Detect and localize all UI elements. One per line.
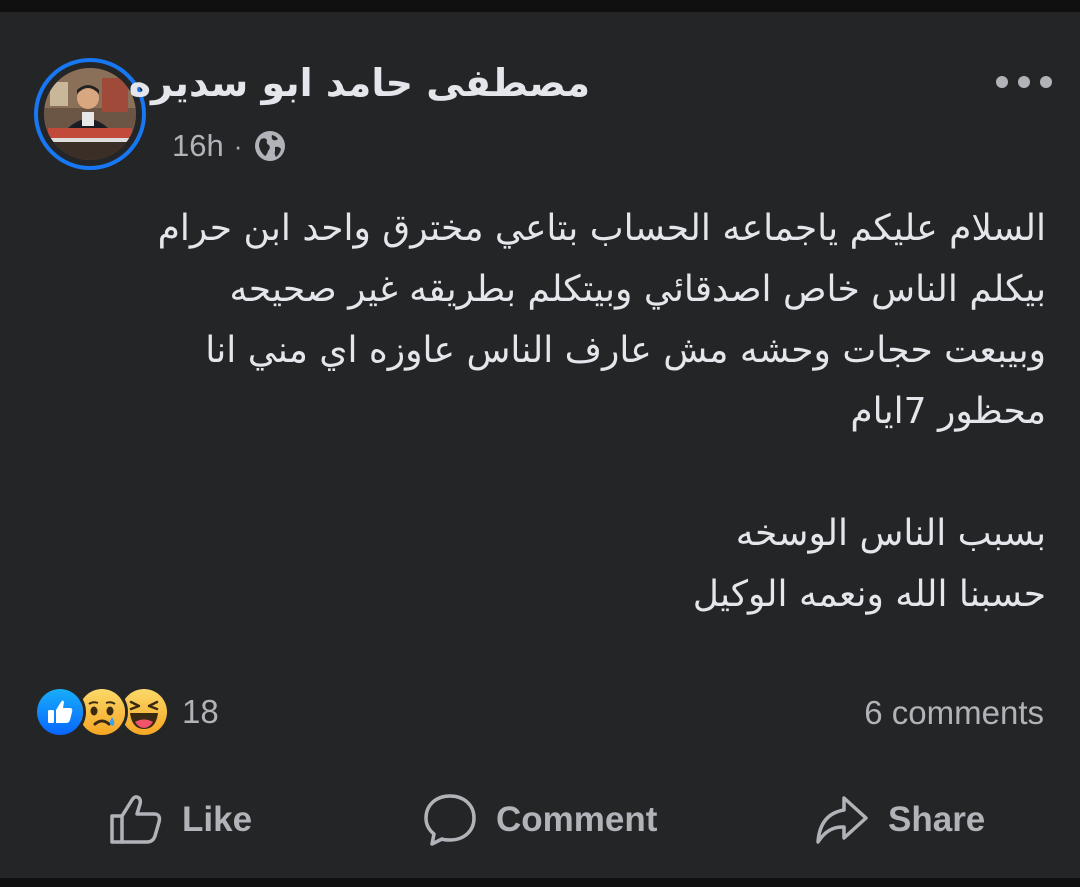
avatar-photo bbox=[44, 68, 136, 160]
comments-count-link[interactable]: 6 comments bbox=[864, 692, 1044, 734]
like-label: Like bbox=[182, 800, 253, 839]
more-dot bbox=[1040, 76, 1052, 88]
reaction-count[interactable]: 18 bbox=[182, 693, 219, 731]
post-text-line: ​ bbox=[60, 442, 1046, 503]
post-text-line: وبيبعت حجات وحشه مش عارف الناس عاوزه اي … bbox=[205, 330, 1046, 371]
reaction-summary[interactable]: 18 bbox=[34, 686, 219, 738]
comment-button[interactable]: Comment bbox=[422, 782, 657, 858]
share-button[interactable]: Share bbox=[814, 782, 985, 858]
post-text-line: بيكلم الناس خاص اصدقائي وبيتكلم بطريقه غ… bbox=[229, 269, 1046, 310]
thumbs-up-icon bbox=[110, 795, 162, 844]
post-action-bar: Like Comment Share bbox=[0, 782, 1080, 858]
like-reaction-icon bbox=[34, 686, 86, 738]
meta-separator: · bbox=[233, 130, 243, 161]
share-arrow-icon bbox=[816, 796, 868, 844]
post-text-line: السلام عليكم ياجماعه الحساب بتاعي مخترق … bbox=[157, 208, 1046, 249]
post-text-line: بسبب الناس الوسخه bbox=[735, 513, 1046, 554]
post-meta: 16h · bbox=[172, 126, 286, 166]
more-dot bbox=[1018, 76, 1030, 88]
screen: مصطفى حامد ابو سديره 16h · السلام عليكم … bbox=[0, 0, 1080, 887]
globe-icon[interactable] bbox=[254, 130, 286, 162]
avatar[interactable] bbox=[44, 68, 136, 160]
post-author-name[interactable]: مصطفى حامد ابو سديره bbox=[129, 56, 590, 110]
comment-label: Comment bbox=[496, 800, 658, 839]
comment-bubble-icon bbox=[424, 794, 476, 846]
post-card: مصطفى حامد ابو سديره 16h · السلام عليكم … bbox=[0, 12, 1080, 878]
post-text-line: محظور 7ايام bbox=[850, 391, 1046, 432]
post-timestamp[interactable]: 16h bbox=[172, 128, 224, 164]
bottom-divider bbox=[0, 878, 1080, 887]
share-label: Share bbox=[888, 800, 986, 839]
post-text-line: حسبنا الله ونعمه الوكيل bbox=[692, 574, 1046, 615]
like-button[interactable]: Like bbox=[108, 782, 252, 858]
post-body: السلام عليكم ياجماعه الحساب بتاعي مخترق … bbox=[60, 198, 1046, 625]
more-options-button[interactable] bbox=[996, 68, 1052, 96]
more-dot bbox=[996, 76, 1008, 88]
